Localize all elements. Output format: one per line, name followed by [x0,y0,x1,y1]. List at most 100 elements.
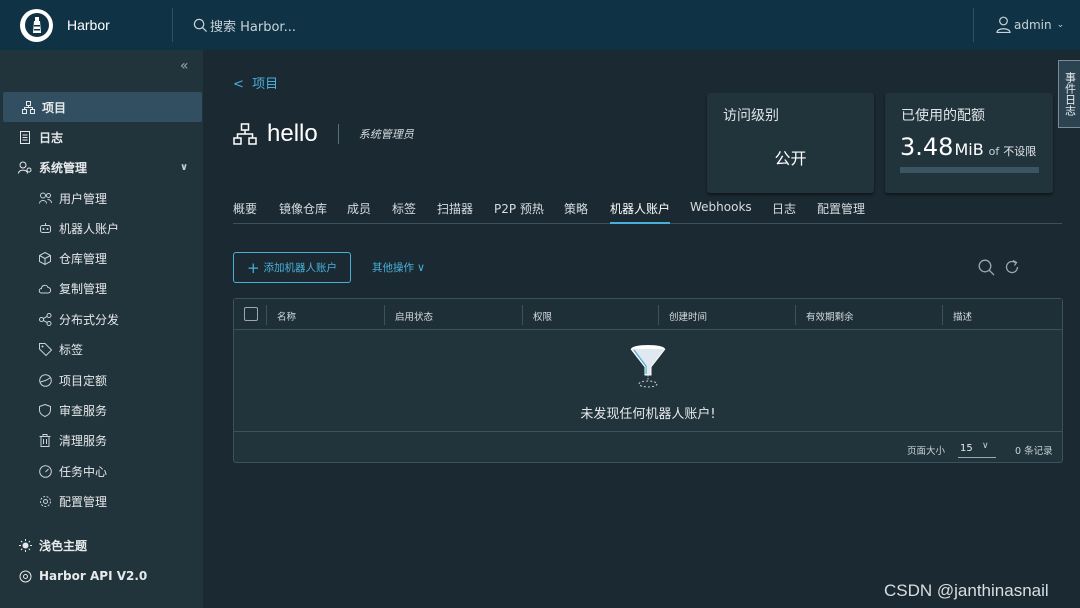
event-log-label: 事件日志 [1063,72,1077,116]
sidebar: « 项目 日志 系统管理 ∨ 用户管理 机器人账户 仓库管理 复制管理 分布式分… [0,50,203,608]
tab-labels[interactable]: 标签 [392,200,416,224]
back-to-projects-link[interactable]: < 项目 [233,73,278,92]
sidebar-item-registries[interactable]: 仓库管理 [0,243,203,273]
plus-icon: + [246,258,260,277]
chevron-down-icon: ∨ [982,441,989,451]
sidebar-item-label: 任务中心 [59,464,108,479]
sidebar-item-robot-accounts[interactable]: 机器人账户 [0,213,203,243]
tab-scanner[interactable]: 扫描器 [437,200,473,224]
robot-icon [38,221,52,235]
table-search-icon[interactable] [978,259,995,280]
chevron-down-icon[interactable]: ∨ [180,162,188,173]
sidebar-item-configuration[interactable]: 配置管理 [0,486,203,516]
log-icon [18,130,32,144]
empty-state-message: 未发现任何机器人账户! [580,407,716,422]
tab-logs[interactable]: 日志 [772,200,796,224]
theme-toggle[interactable]: 浅色主题 [0,530,203,560]
sidebar-item-logs[interactable]: 日志 [0,122,203,152]
api-link[interactable]: Harbor API V2.0 [0,561,203,591]
quota-used: 3.48 [900,133,954,161]
sidebar-item-label: 审查服务 [59,403,108,418]
sidebar-item-label: 日志 [39,130,64,145]
project-tabs: 概要 镜像仓库 成员 标签 扫描器 P2P 预热 策略 机器人账户 Webhoo… [233,200,1062,224]
select-all-checkbox[interactable] [244,307,258,321]
back-label[interactable]: 项目 [252,77,278,92]
sidebar-item-label: 仓库管理 [59,251,108,266]
brand-name[interactable]: Harbor [67,17,110,33]
tab-p2p-preheat[interactable]: P2P 预热 [494,200,544,224]
tab-robot-accounts[interactable]: 机器人账户 [610,200,671,224]
quota-card: 已使用的配额 3.48 MiB of 不设限 [885,93,1053,193]
tab-summary[interactable]: 概要 [233,200,257,224]
column-creation-time[interactable]: 创建时间 [669,309,707,323]
header-divider [973,8,974,42]
add-robot-account-button[interactable]: + 添加机器人账户 [233,252,351,283]
share-icon [38,312,52,326]
column-description[interactable]: 描述 [953,309,972,323]
column-separator[interactable] [795,305,796,325]
sun-icon [18,538,32,552]
sidebar-item-label: 配置管理 [59,494,108,509]
column-separator[interactable] [522,305,523,325]
trash-icon [38,433,52,447]
sidebar-item-projects[interactable]: 项目 [3,92,202,122]
sidebar-item-interrogation-services[interactable]: 审查服务 [0,395,203,425]
quota-unit: MiB [954,140,984,159]
collapse-sidebar-icon[interactable]: « [180,58,189,74]
tab-policy[interactable]: 策略 [564,200,588,224]
card-label: 访问级别 [723,108,779,124]
tab-webhooks[interactable]: Webhooks [690,200,752,224]
table-header: 名称 启用状态 权限 创建时间 有效期剩余 描述 [234,299,1062,330]
cube-icon [38,251,52,265]
header-divider [172,8,173,42]
project-icon [21,100,35,114]
page-size-select[interactable]: 15 ∨ [958,438,996,458]
column-expires-in[interactable]: 有效期剩余 [806,309,854,323]
sidebar-item-replications[interactable]: 复制管理 [0,273,203,303]
add-button-label: 添加机器人账户 [263,262,338,274]
column-name[interactable]: 名称 [277,309,296,323]
chevron-down-icon: ∨ [417,261,426,274]
column-separator[interactable] [658,305,659,325]
column-permissions[interactable]: 权限 [533,309,552,323]
sidebar-item-job-service-dashboard[interactable]: 任务中心 [0,456,203,486]
other-actions-dropdown[interactable]: 其他操作 ∨ [372,260,425,275]
tag-icon [38,342,52,356]
username: admin [1014,17,1052,32]
top-header: Harbor [0,0,1080,50]
quota-of: of [988,145,1000,158]
column-enabled-state[interactable]: 启用状态 [395,309,433,323]
sidebar-item-project-quotas[interactable]: 项目定额 [0,365,203,395]
sidebar-item-administration[interactable]: 系统管理 ∨ [0,152,203,182]
user-menu[interactable]: admin ⌄ [996,16,1064,33]
users-icon [38,191,52,205]
tab-repositories[interactable]: 镜像仓库 [279,200,327,224]
title-divider [337,124,339,144]
event-log-tab[interactable]: 事件日志 [1058,60,1080,128]
quota-icon [38,373,52,387]
global-search[interactable]: 搜索 Harbor... [193,16,296,35]
sidebar-item-distributions[interactable]: 分布式分发 [0,304,203,334]
sidebar-item-label: 分布式分发 [59,312,120,327]
cloud-icon [38,281,52,295]
gear-icon [38,494,52,508]
project-title: hello [267,120,318,147]
sidebar-item-clean-up[interactable]: 清理服务 [0,425,203,455]
column-separator [266,305,267,325]
sidebar-item-users[interactable]: 用户管理 [0,183,203,213]
project-role: 系统管理员 [358,128,414,141]
column-separator[interactable] [942,305,943,325]
tab-configuration[interactable]: 配置管理 [817,200,865,224]
search-icon [193,18,208,33]
search-input[interactable]: 搜索 Harbor... [210,16,296,35]
theme-label: 浅色主题 [39,538,88,553]
harbor-logo-icon[interactable] [20,8,53,42]
page-size-value: 15 [960,443,973,454]
tab-members[interactable]: 成员 [347,200,371,224]
quota-limit: 不设限 [1003,145,1037,158]
project-header: hello 系统管理员 [233,120,414,148]
refresh-icon[interactable] [1004,259,1020,279]
column-separator[interactable] [384,305,385,325]
sidebar-item-label: 用户管理 [59,191,108,206]
sidebar-item-labels[interactable]: 标签 [0,334,203,364]
